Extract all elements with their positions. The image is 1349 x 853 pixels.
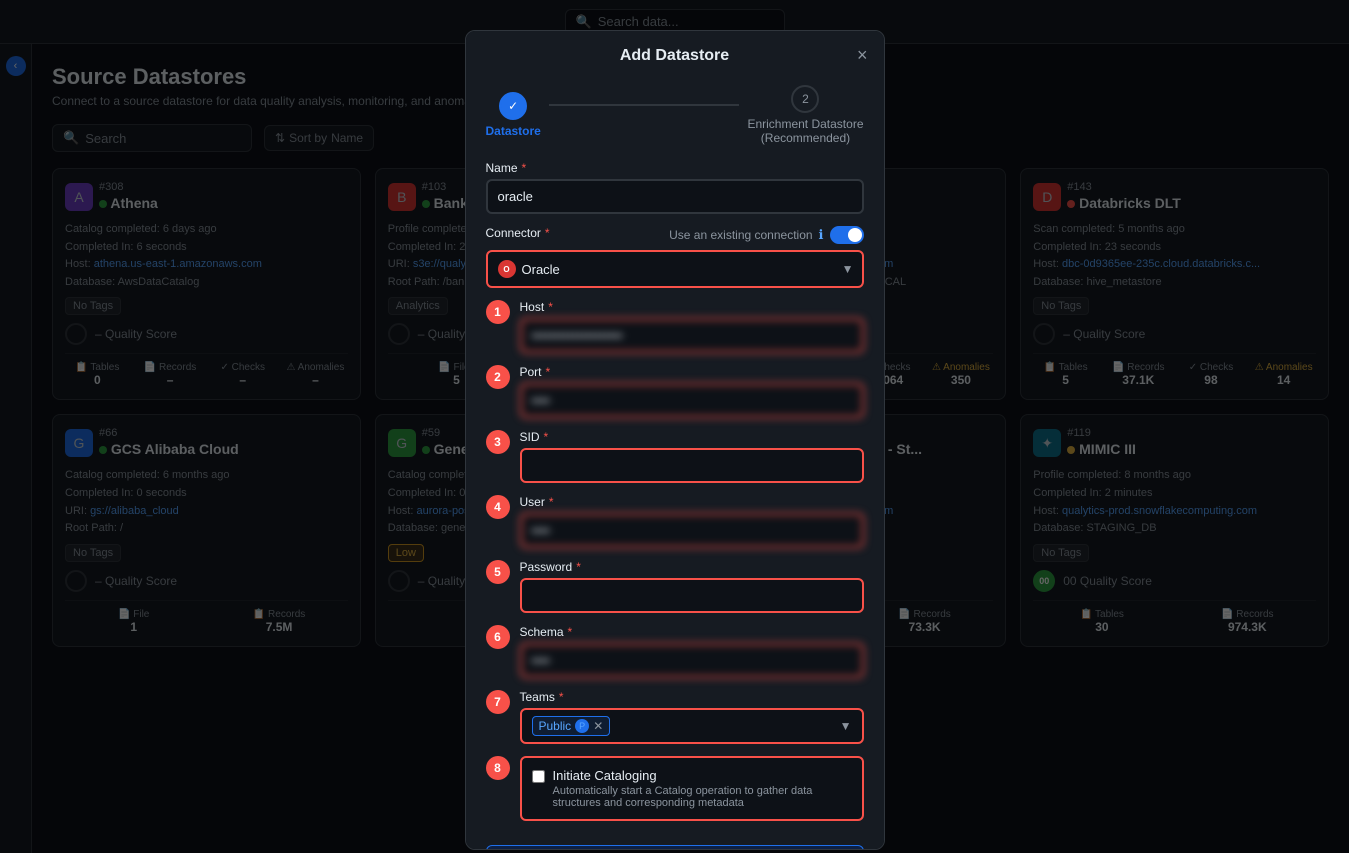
modal-close-button[interactable]: ×: [857, 45, 868, 66]
schema-input[interactable]: [520, 643, 864, 678]
teams-field: Teams * Public P ✕ ▼: [520, 690, 864, 744]
step-number-4: 4: [486, 495, 510, 519]
step-label-2: Enrichment Datastore (Recommended): [747, 117, 863, 145]
schema-field-group: 6 Schema *: [486, 625, 864, 678]
team-tag-close-icon[interactable]: ✕: [593, 719, 603, 733]
team-tag-label: Public: [539, 719, 572, 733]
existing-conn-toggle: Use an existing connection ℹ: [669, 226, 863, 244]
user-label: User *: [520, 495, 864, 509]
sid-input[interactable]: [520, 448, 864, 483]
name-label: Name *: [486, 161, 864, 175]
sid-label: SID *: [520, 430, 864, 444]
required-marker: *: [544, 430, 549, 444]
step-number-7: 7: [486, 690, 510, 714]
team-tag-public: Public P ✕: [532, 716, 611, 736]
initiate-cataloging-checkbox[interactable]: [532, 770, 545, 783]
info-icon: ℹ: [819, 227, 824, 243]
oracle-icon: O: [498, 260, 516, 278]
chevron-down-icon: ▼: [840, 719, 852, 733]
sid-field-group: 3 SID *: [486, 430, 864, 483]
initiate-cataloging-subtitle: Automatically start a Catalog operation …: [553, 785, 852, 809]
user-field: User *: [520, 495, 864, 548]
step-number-1: 1: [486, 300, 510, 324]
cataloging-field-group: 8 Initiate Cataloging Automatically star…: [486, 756, 864, 833]
required-marker: *: [546, 365, 551, 379]
info-bar: ℹ Connection will be established from IP…: [486, 845, 864, 850]
chevron-down-icon: ▼: [842, 262, 854, 276]
teams-field-group: 7 Teams * Public P ✕ ▼: [486, 690, 864, 744]
connector-value: Oracle: [522, 262, 560, 277]
name-input[interactable]: [486, 179, 864, 214]
modal-overlay: Add Datastore × ✓ Datastore 2 Enrichment…: [0, 0, 1349, 853]
host-field-group: 1 Host *: [486, 300, 864, 353]
existing-conn-toggle-switch[interactable]: [830, 226, 864, 244]
step-line: [549, 104, 740, 106]
port-label: Port *: [520, 365, 864, 379]
step-number-5: 5: [486, 560, 510, 584]
port-input[interactable]: [520, 383, 864, 418]
step-number-3: 3: [486, 430, 510, 454]
stepper: ✓ Datastore 2 Enrichment Datastore (Reco…: [466, 73, 884, 161]
password-input[interactable]: [520, 578, 864, 613]
step-number-2: 2: [486, 365, 510, 389]
password-label: Password *: [520, 560, 864, 574]
port-field-group: 2 Port *: [486, 365, 864, 418]
team-icon: P: [575, 719, 589, 733]
modal-body: Name * Connector * Use an existing conne…: [466, 161, 884, 850]
step-number-8: 8: [486, 756, 510, 780]
modal-title: Add Datastore: [620, 47, 729, 65]
required-marker: *: [548, 300, 553, 314]
user-field-group: 4 User *: [486, 495, 864, 548]
step-2-enrichment: 2 Enrichment Datastore (Recommended): [747, 85, 863, 145]
form-group-name: Name *: [486, 161, 864, 214]
connector-section: Connector * Use an existing connection ℹ…: [486, 226, 864, 288]
schema-label: Schema *: [520, 625, 864, 639]
step-label-1: Datastore: [486, 124, 541, 138]
required-marker: *: [559, 690, 564, 704]
initiate-cataloging-row: Initiate Cataloging Automatically start …: [520, 756, 864, 821]
host-field: Host *: [520, 300, 864, 353]
required-marker: *: [545, 226, 550, 240]
sid-field: SID *: [520, 430, 864, 483]
required-marker: *: [568, 625, 573, 639]
step-number-6: 6: [486, 625, 510, 649]
password-field: Password *: [520, 560, 864, 613]
connector-label: Connector *: [486, 226, 550, 240]
connector-select-wrap: O Oracle ▼: [486, 250, 864, 288]
required-marker: *: [522, 161, 527, 175]
initiate-cataloging-title: Initiate Cataloging: [553, 768, 852, 783]
cataloging-field: Initiate Cataloging Automatically start …: [520, 756, 864, 833]
schema-field: Schema *: [520, 625, 864, 678]
step-circle-1: ✓: [499, 92, 527, 120]
existing-conn-label: Use an existing connection: [669, 228, 812, 242]
step-1-datastore: ✓ Datastore: [486, 92, 541, 138]
teams-input[interactable]: Public P ✕ ▼: [520, 708, 864, 744]
password-field-group: 5 Password *: [486, 560, 864, 613]
host-input[interactable]: [520, 318, 864, 353]
port-field: Port *: [520, 365, 864, 418]
modal-header: Add Datastore ×: [466, 31, 884, 73]
required-marker: *: [576, 560, 581, 574]
add-datastore-modal: Add Datastore × ✓ Datastore 2 Enrichment…: [465, 30, 885, 850]
required-marker: *: [549, 495, 554, 509]
teams-label: Teams *: [520, 690, 864, 704]
host-label: Host *: [520, 300, 864, 314]
initiate-cataloging-text: Initiate Cataloging Automatically start …: [553, 768, 852, 809]
step-circle-2: 2: [791, 85, 819, 113]
connector-select[interactable]: O Oracle: [486, 250, 864, 288]
user-input[interactable]: [520, 513, 864, 548]
